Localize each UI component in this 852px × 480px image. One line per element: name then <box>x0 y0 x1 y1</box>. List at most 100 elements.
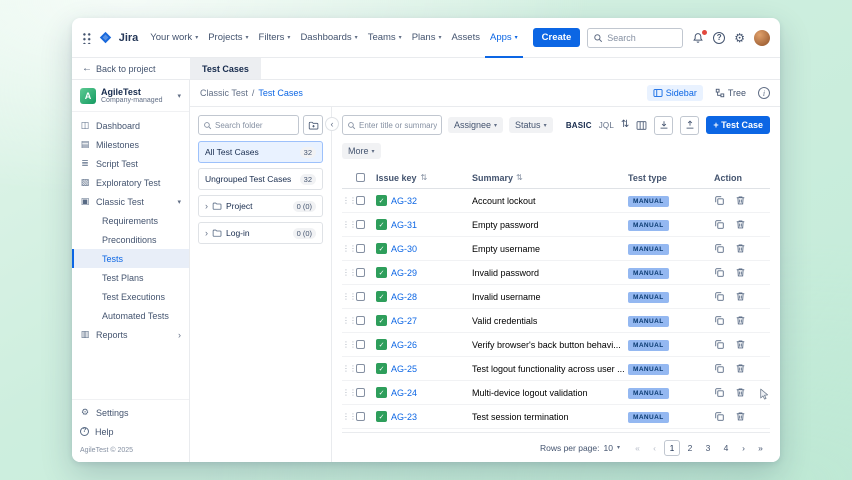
table-row[interactable]: ⋮⋮ ✓ AG-28 Invalid username MANUAL <box>342 285 770 309</box>
row-checkbox[interactable] <box>356 220 365 229</box>
delete-icon[interactable] <box>735 243 746 254</box>
copy-icon[interactable] <box>714 243 725 254</box>
sidebar-footer-item[interactable]: ⚙ Settings <box>72 403 189 422</box>
issue-key-link[interactable]: AG-27 <box>391 316 417 326</box>
delete-icon[interactable] <box>735 219 746 230</box>
table-row[interactable]: ⋮⋮ ✓ AG-32 Account lockout MANUAL <box>342 189 770 213</box>
row-summary[interactable]: Test session termination <box>472 412 569 422</box>
row-summary[interactable]: Test logout functionality across user ..… <box>472 364 625 374</box>
folder-item[interactable]: › Log-in 0 (0) <box>198 222 323 244</box>
copy-icon[interactable] <box>714 363 725 374</box>
sidebar-item[interactable]: Preconditions <box>72 230 189 249</box>
topnav-item[interactable]: Apps ▾ <box>485 18 523 58</box>
export-icon[interactable] <box>680 116 699 135</box>
folder-item[interactable]: › Project 0 (0) <box>198 195 323 217</box>
status-filter[interactable]: Status ▾ <box>509 117 553 133</box>
topnav-item[interactable]: Filters ▾ <box>254 18 296 58</box>
delete-icon[interactable] <box>735 315 746 326</box>
folder-item[interactable]: Ungrouped Test Cases 32 <box>198 168 323 190</box>
sidebar-item[interactable]: ▥ Reports › <box>72 325 189 344</box>
table-row[interactable]: ⋮⋮ ✓ AG-24 Multi-device logout validatio… <box>342 381 770 405</box>
sidebar-item[interactable]: ◫ Dashboard <box>72 116 189 135</box>
app-switcher-icon[interactable] <box>82 32 92 44</box>
topnav-item[interactable]: Assets ▾ <box>446 18 485 58</box>
table-row[interactable]: ⋮⋮ ✓ AG-26 Verify browser's back button … <box>342 333 770 357</box>
notifications-bell-icon[interactable] <box>692 32 704 44</box>
row-summary[interactable]: Multi-device logout validation <box>472 388 588 398</box>
copy-icon[interactable] <box>714 267 725 278</box>
first-page-button[interactable]: « <box>630 440 645 455</box>
back-to-project[interactable]: ← Back to project <box>72 58 190 79</box>
page-number[interactable]: 2 <box>682 440 698 456</box>
issue-key-link[interactable]: AG-26 <box>391 340 417 350</box>
issue-key-link[interactable]: AG-29 <box>391 268 417 278</box>
add-folder-button[interactable] <box>303 115 323 135</box>
more-filters-button[interactable]: More ▾ <box>342 143 381 159</box>
row-checkbox[interactable] <box>356 412 365 421</box>
copy-icon[interactable] <box>714 387 725 398</box>
summary-search-input[interactable] <box>359 121 437 130</box>
sidebar-toggle-button[interactable]: Sidebar <box>647 85 703 101</box>
chevron-right-icon[interactable]: › <box>205 228 208 238</box>
sidebar-item[interactable]: Tests <box>72 249 189 268</box>
copy-icon[interactable] <box>714 195 725 206</box>
sort-icon[interactable]: ⇅ <box>516 173 523 182</box>
table-row[interactable]: ⋮⋮ ✓ AG-23 Test session termination MANU… <box>342 405 770 429</box>
topnav-item[interactable]: Plans ▾ <box>407 18 447 58</box>
issue-key-link[interactable]: AG-32 <box>391 196 417 206</box>
page-number[interactable]: 1 <box>664 440 680 456</box>
drag-handle-icon[interactable]: ⋮⋮ <box>342 244 356 253</box>
sort-icon[interactable]: ⇅ <box>421 173 428 182</box>
app-header[interactable]: A AgileTest Company-managed ▾ <box>72 80 189 112</box>
sidebar-item[interactable]: ▣ Classic Test ▾ <box>72 192 189 211</box>
sidebar-item[interactable]: ▧ Exploratory Test <box>72 173 189 192</box>
drag-handle-icon[interactable]: ⋮⋮ <box>342 364 356 373</box>
issue-key-link[interactable]: AG-31 <box>391 220 417 230</box>
issue-key-link[interactable]: AG-23 <box>391 412 417 422</box>
row-checkbox[interactable] <box>356 364 365 373</box>
last-page-button[interactable]: » <box>753 440 768 455</box>
topnav-item[interactable]: Your work ▾ <box>145 18 203 58</box>
folder-search-input[interactable] <box>215 121 294 130</box>
row-summary[interactable]: Account lockout <box>472 196 536 206</box>
rows-per-page[interactable]: Rows per page: 10 ▾ <box>540 443 620 453</box>
delete-icon[interactable] <box>735 411 746 422</box>
row-checkbox[interactable] <box>356 316 365 325</box>
breadcrumb-parent[interactable]: Classic Test <box>200 88 248 98</box>
import-icon[interactable] <box>654 116 673 135</box>
drag-handle-icon[interactable]: ⋮⋮ <box>342 340 356 349</box>
folder-item[interactable]: All Test Cases 32 <box>198 141 323 163</box>
delete-icon[interactable] <box>735 363 746 374</box>
columns-icon[interactable] <box>636 120 647 131</box>
summary-search[interactable] <box>342 115 442 135</box>
tree-toggle-button[interactable]: Tree <box>709 85 752 101</box>
tab-test-cases[interactable]: Test Cases <box>190 58 261 79</box>
sidebar-item[interactable]: ≣ Script Test <box>72 154 189 173</box>
delete-icon[interactable] <box>735 195 746 206</box>
collapse-panel-button[interactable]: ‹ <box>325 117 339 131</box>
basic-mode-toggle[interactable]: BASIC <box>566 121 592 130</box>
row-checkbox[interactable] <box>356 292 365 301</box>
sidebar-item[interactable]: ▤ Milestones <box>72 135 189 154</box>
row-summary[interactable]: Verify browser's back button behavi... <box>472 340 621 350</box>
user-avatar[interactable] <box>754 30 770 46</box>
row-checkbox[interactable] <box>356 388 365 397</box>
drag-handle-icon[interactable]: ⋮⋮ <box>342 388 356 397</box>
drag-handle-icon[interactable]: ⋮⋮ <box>342 412 356 421</box>
copy-icon[interactable] <box>714 339 725 350</box>
copy-icon[interactable] <box>714 411 725 422</box>
row-summary[interactable]: Empty username <box>472 244 540 254</box>
issue-key-link[interactable]: AG-28 <box>391 292 417 302</box>
row-summary[interactable]: Empty password <box>472 220 539 230</box>
table-row[interactable]: ⋮⋮ ✓ AG-31 Empty password MANUAL <box>342 213 770 237</box>
row-summary[interactable]: Invalid username <box>472 292 541 302</box>
page-number[interactable]: 3 <box>700 440 716 456</box>
row-checkbox[interactable] <box>356 244 365 253</box>
chevron-right-icon[interactable]: › <box>205 201 208 211</box>
issue-key-link[interactable]: AG-24 <box>391 388 417 398</box>
topnav-item[interactable]: Projects ▾ <box>203 18 253 58</box>
delete-icon[interactable] <box>735 291 746 302</box>
table-row[interactable]: ⋮⋮ ✓ AG-29 Invalid password MANUAL <box>342 261 770 285</box>
help-icon[interactable]: ? <box>713 32 725 44</box>
issue-key-link[interactable]: AG-30 <box>391 244 417 254</box>
